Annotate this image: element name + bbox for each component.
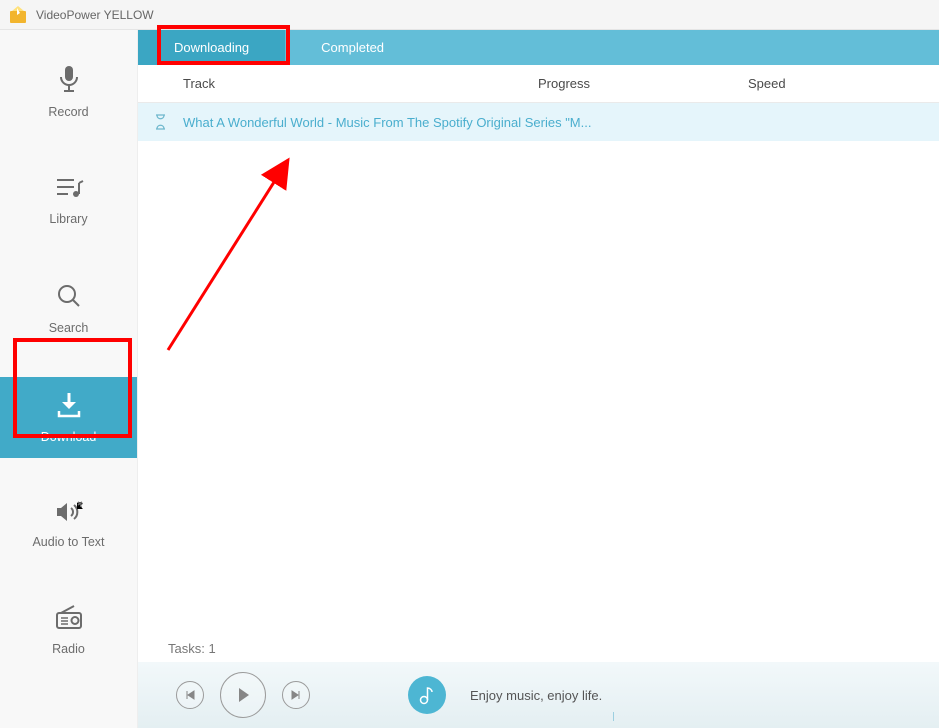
sidebar-item-label: Library <box>49 212 87 226</box>
tabs: Downloading Completed <box>138 30 939 65</box>
sidebar-item-label: Record <box>48 105 88 119</box>
prev-button[interactable] <box>176 681 204 709</box>
col-header-progress: Progress <box>538 76 748 91</box>
sidebar-item-label: Audio to Text <box>32 535 104 549</box>
radio-icon <box>0 605 137 634</box>
tab-label: Downloading <box>174 40 249 55</box>
mic-icon <box>0 64 137 97</box>
sidebar-item-audio-to-text[interactable]: Audio to Text <box>0 486 137 563</box>
sidebar-item-label: Search <box>49 321 89 335</box>
tasks-count: Tasks: 1 <box>168 641 216 656</box>
table-header: Track Progress Speed <box>138 65 939 103</box>
play-button[interactable] <box>220 672 266 718</box>
sidebar-item-library[interactable]: Library <box>0 161 137 240</box>
search-icon <box>0 282 137 313</box>
player-progress-line <box>613 712 939 713</box>
col-header-track: Track <box>138 76 538 91</box>
body-area <box>138 141 939 634</box>
sidebar-item-download[interactable]: Download <box>0 377 137 458</box>
hourglass-icon <box>138 114 183 130</box>
col-header-speed: Speed <box>748 76 888 91</box>
audio-icon <box>0 500 137 527</box>
tab-label: Completed <box>321 40 384 55</box>
download-icon <box>0 391 137 422</box>
table-row[interactable]: What A Wonderful World - Music From The … <box>138 103 939 141</box>
player-bar: Enjoy music, enjoy life. <box>138 662 939 728</box>
next-button[interactable] <box>282 681 310 709</box>
music-note-icon <box>408 676 446 714</box>
tab-completed[interactable]: Completed <box>285 30 420 65</box>
sidebar-item-label: Radio <box>52 642 85 656</box>
tasks-bar: Tasks: 1 <box>138 634 939 662</box>
sidebar: Record Library <box>0 30 138 728</box>
titlebar: VideoPower YELLOW <box>0 0 939 30</box>
app-logo-icon <box>8 5 28 25</box>
player-tagline: Enjoy music, enjoy life. <box>470 688 602 703</box>
sidebar-item-search[interactable]: Search <box>0 268 137 349</box>
track-title: What A Wonderful World - Music From The … <box>183 115 939 130</box>
content-area: Downloading Completed Track Progress Spe… <box>138 30 939 728</box>
app-title: VideoPower YELLOW <box>36 8 154 22</box>
sidebar-item-radio[interactable]: Radio <box>0 591 137 670</box>
sidebar-item-label: Download <box>41 430 97 444</box>
library-icon <box>0 175 137 204</box>
sidebar-item-record[interactable]: Record <box>0 50 137 133</box>
tab-downloading[interactable]: Downloading <box>138 30 285 65</box>
